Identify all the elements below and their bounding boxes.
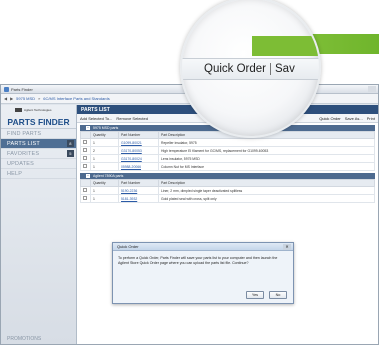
save-as-button[interactable]: Save As... [345, 116, 363, 121]
magnifier-lens: Quick Order Sav [180, 0, 321, 138]
collapse-icon[interactable]: − [86, 126, 90, 130]
count-badge: 8 [67, 140, 74, 147]
app-icon [4, 86, 9, 92]
part-number-link[interactable]: G3170-80053 [118, 146, 159, 155]
dialog-title: Quick Order [117, 244, 139, 249]
breadcrumb-item[interactable]: 6C/MS Interface Parts and Standards [43, 96, 109, 101]
agilent-logo-icon [15, 108, 22, 112]
column-header: Quantity [90, 179, 119, 187]
dialog-titlebar: Quick Order ✕ [113, 243, 293, 251]
table-row: 1 G3170-80024 Lens insulator, 5975 MSD [80, 154, 375, 163]
sidebar: Agilent Technologies PARTS FINDER FIND P… [1, 105, 77, 344]
row-checkbox[interactable] [83, 140, 87, 144]
sidebar-item-updates[interactable]: UPDATES [1, 159, 76, 169]
sidebar-item-label: UPDATES [7, 160, 34, 167]
row-checkbox[interactable] [83, 188, 87, 192]
magnified-save-label: Sav [275, 63, 295, 75]
sidebar-item-favorites[interactable]: FAVORITES 5 [1, 149, 76, 159]
brand-logo: Agilent Technologies [1, 105, 76, 115]
sidebar-item-label: HELP [7, 170, 23, 177]
magnified-toolbar: Quick Order Sav [182, 58, 319, 80]
forward-arrow-icon[interactable]: ▶ [10, 96, 13, 101]
magnified-quick-order-label: Quick Order [204, 63, 266, 75]
row-checkbox[interactable] [83, 156, 87, 160]
quantity-cell[interactable]: 1 [90, 162, 119, 171]
parts-list-panel: PARTS LIST Add Selected To... Remove Sel… [77, 105, 378, 344]
column-header [80, 131, 91, 139]
sidebar-item-parts-list[interactable]: PARTS LIST 8 [1, 139, 76, 149]
sidebar-item-label: FAVORITES [7, 150, 40, 157]
sidebar-item-find-parts[interactable]: FIND PARTS [1, 129, 76, 139]
part-number-link[interactable]: G1099-80021 [118, 138, 159, 147]
part-number-link[interactable]: G3170-80024 [118, 154, 159, 163]
sidebar-item-promotions[interactable]: PROMOTIONS [7, 336, 41, 342]
sidebar-item-help[interactable]: HELP [1, 169, 76, 179]
print-button[interactable]: Print [367, 116, 375, 121]
no-button[interactable]: No [269, 291, 287, 299]
window-title: Parts Finder [11, 86, 33, 92]
company-name: Agilent Technologies [24, 108, 52, 112]
yes-button[interactable]: Yes [246, 291, 264, 299]
app-name: PARTS FINDER [1, 115, 76, 129]
part-description: High temperature EI filament for GC/MS, … [158, 146, 375, 155]
row-checkbox[interactable] [83, 164, 87, 168]
part-description: Gold plated seal with cross, split only [158, 194, 375, 203]
count-badge: 5 [67, 150, 74, 157]
quantity-cell[interactable]: 1 [90, 186, 119, 195]
part-number-link[interactable]: 5190-2236 [118, 186, 159, 195]
table-row: 1 G1099-80021 Repeller insulator, 5975 [80, 138, 375, 147]
parts-finder-window: Parts Finder ◀ ▶ 5975 MSD » 6C/MS Interf… [0, 84, 379, 345]
part-description: Liner, 2 mm, dimpled single taper deacti… [158, 186, 375, 195]
table-row: 1 5190-2236 Liner, 2 mm, dimpled single … [80, 186, 375, 195]
dialog-message: To perform a Quick Order, Parts Finder w… [118, 256, 278, 265]
column-header: Part Number [118, 179, 159, 187]
breadcrumb-item[interactable]: 5975 MSD [16, 96, 35, 101]
part-description: Column Nut for MS Interface [158, 162, 375, 171]
parts-table: Quantity Part Number Part Description 1 … [80, 179, 375, 203]
table-row: 1 5181-3932 Gold plated seal with cross,… [80, 194, 375, 203]
quantity-cell[interactable]: 1 [90, 138, 119, 147]
add-selected-button[interactable]: Add Selected To... [80, 116, 112, 121]
parts-table: Quantity Part Number Part Description 1 … [80, 131, 375, 171]
back-arrow-icon[interactable]: ◀ [4, 96, 7, 101]
magnified-green-band [252, 36, 319, 56]
column-header: Quantity [90, 131, 119, 139]
column-header [80, 179, 91, 187]
quantity-cell[interactable]: 2 [90, 146, 119, 155]
table-header-row: Quantity Part Number Part Description [80, 179, 375, 187]
column-header: Part Description [158, 179, 375, 187]
quick-order-button[interactable]: Quick Order [319, 116, 341, 121]
toolbar-separator [270, 63, 271, 75]
part-description: Repeller insulator, 5975 [158, 138, 375, 147]
column-header: Part Number [118, 131, 159, 139]
row-checkbox[interactable] [83, 148, 87, 152]
quantity-cell[interactable]: 1 [90, 154, 119, 163]
section-title: 5975 MSD parts [93, 126, 119, 130]
table-row: 2 G3170-80053 High temperature EI filame… [80, 146, 375, 155]
quantity-cell[interactable]: 1 [90, 194, 119, 203]
dialog-close-icon[interactable]: ✕ [283, 243, 291, 250]
quick-order-dialog: Quick Order ✕ To perform a Quick Order, … [112, 242, 294, 304]
sidebar-item-label: PARTS LIST [7, 140, 40, 147]
table-row: 1 05988-20066 Column Nut for MS Interfac… [80, 162, 375, 171]
part-description: Lens insulator, 5975 MSD [158, 154, 375, 163]
part-number-link[interactable]: 05988-20066 [118, 162, 159, 171]
remove-selected-button[interactable]: Remove Selected [116, 116, 148, 121]
section-title: Agilent 7890A parts [93, 174, 124, 178]
row-checkbox[interactable] [83, 196, 87, 200]
collapse-icon[interactable]: − [86, 174, 90, 178]
sidebar-item-label: FIND PARTS [7, 130, 42, 137]
window-close-button[interactable] [368, 86, 376, 92]
breadcrumb-separator-icon: » [38, 96, 41, 101]
part-number-link[interactable]: 5181-3932 [118, 194, 159, 203]
